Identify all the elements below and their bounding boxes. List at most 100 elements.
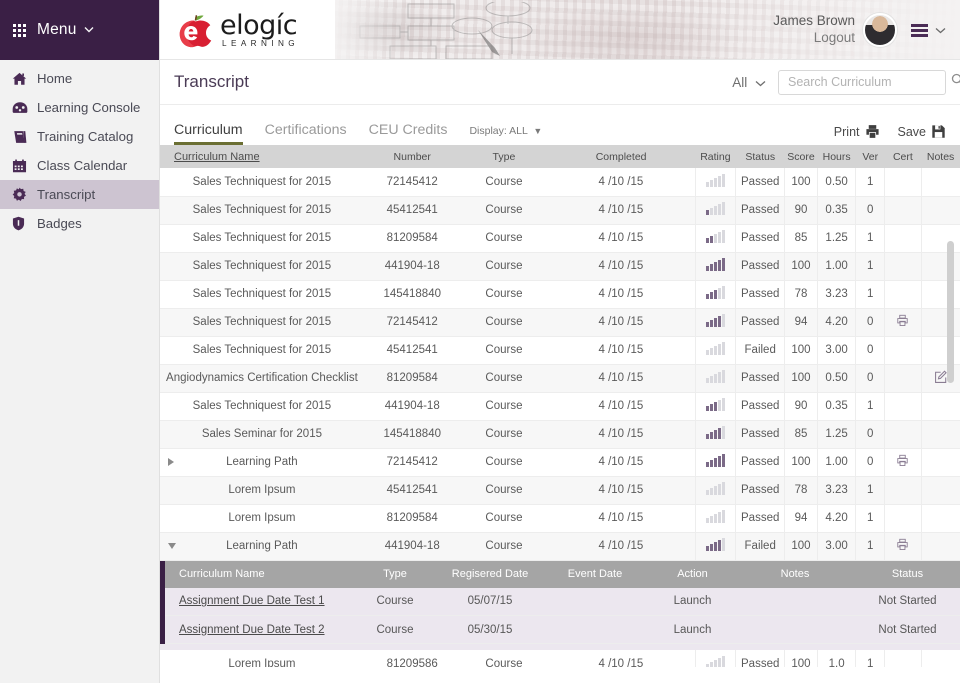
sidebar-item-badges[interactable]: Badges bbox=[0, 209, 159, 238]
table-row[interactable]: Sales Techniquest for 2015 145418840 Cours… bbox=[160, 280, 960, 309]
printer-icon[interactable] bbox=[896, 454, 909, 467]
cell-rating[interactable] bbox=[694, 168, 736, 197]
col-cert[interactable]: Cert bbox=[884, 145, 922, 168]
print-button[interactable]: Print bbox=[834, 124, 880, 139]
subrow-name[interactable]: Assignment Due Date Test 2 bbox=[165, 615, 355, 644]
edit-note-icon[interactable] bbox=[934, 369, 948, 384]
cell-curriculum-name[interactable]: Sales Seminar for 2015 bbox=[160, 420, 364, 449]
cell-rating[interactable] bbox=[694, 504, 736, 533]
subcol-type[interactable]: Type bbox=[355, 560, 435, 588]
subrow-action[interactable]: Launch bbox=[645, 615, 740, 644]
subcol-curriculum-name[interactable]: Curriculum Name bbox=[165, 560, 355, 588]
table-row[interactable]: Angiodynamics Certification Checklist 812… bbox=[160, 364, 960, 393]
subrow-action[interactable]: Launch bbox=[645, 587, 740, 616]
collapse-arrow-icon[interactable] bbox=[168, 543, 176, 549]
table-row[interactable]: Sales Techniquest for 2015 72145412 Course… bbox=[160, 308, 960, 337]
cell-curriculum-name[interactable]: Sales Techniquest for 2015 bbox=[160, 392, 364, 421]
sidebar-item-transcript[interactable]: Transcript bbox=[0, 180, 159, 209]
cell-curriculum-name[interactable]: Learning Path bbox=[160, 532, 364, 561]
cell-curriculum-name[interactable]: Sales Techniquest for 2015 bbox=[160, 196, 364, 225]
expand-arrow-icon[interactable] bbox=[168, 458, 174, 466]
display-filter-dropdown[interactable]: Display: ALL ▼ bbox=[469, 125, 542, 145]
brand-logo[interactable]: elogíc LEARNING bbox=[160, 0, 335, 59]
cell-rating[interactable] bbox=[694, 308, 736, 337]
cell-cert[interactable] bbox=[884, 448, 922, 477]
cell-rating[interactable] bbox=[694, 420, 736, 449]
tab-curriculum[interactable]: Curriculum bbox=[174, 122, 243, 145]
subcol-status[interactable]: Status bbox=[850, 560, 960, 588]
subcol-event-date[interactable]: Event Date bbox=[545, 560, 645, 588]
col-curriculum-name[interactable]: Curriculum Name bbox=[160, 145, 364, 168]
cell-curriculum-name[interactable]: Lorem Ipsum bbox=[160, 650, 364, 667]
cell-rating[interactable] bbox=[694, 364, 736, 393]
cell-cert[interactable] bbox=[884, 308, 922, 337]
tab-ceu-credits[interactable]: CEU Credits bbox=[369, 122, 448, 145]
subcol-notes[interactable]: Notes bbox=[740, 560, 850, 588]
cell-rating[interactable] bbox=[694, 650, 736, 667]
search-input[interactable] bbox=[786, 74, 951, 90]
search-box[interactable] bbox=[778, 69, 960, 95]
cell-curriculum-name[interactable]: Sales Techniquest for 2015 bbox=[160, 336, 364, 365]
printer-icon[interactable] bbox=[896, 314, 909, 327]
subrow-name-link[interactable]: Assignment Due Date Test 1 bbox=[179, 595, 325, 607]
tab-certifications[interactable]: Certifications bbox=[265, 122, 347, 145]
logout-link[interactable]: Logout bbox=[773, 30, 855, 47]
cell-rating[interactable] bbox=[694, 532, 736, 561]
sidebar-item-learning-console[interactable]: Learning Console bbox=[0, 93, 159, 122]
sidebar-item-home[interactable]: Home bbox=[0, 64, 159, 93]
table-row[interactable]: Sales Techniquest for 2015 441904-18 Cours… bbox=[160, 252, 960, 281]
col-rating[interactable]: Rating bbox=[695, 145, 736, 168]
subcol-regisered-date[interactable]: Regisered Date bbox=[435, 560, 545, 588]
subrow-name[interactable]: Assignment Due Date Test 1 bbox=[165, 587, 355, 616]
subrow-name-link[interactable]: Assignment Due Date Test 2 bbox=[179, 624, 325, 636]
cell-curriculum-name[interactable]: Lorem Ipsum bbox=[160, 504, 364, 533]
user-menu-button[interactable] bbox=[911, 23, 946, 37]
scrollbar-thumb[interactable] bbox=[947, 241, 954, 383]
table-row[interactable]: Sales Techniquest for 2015 81209584 Course… bbox=[160, 224, 960, 253]
table-row[interactable]: Sales Techniquest for 2015 72145412 Course… bbox=[160, 168, 960, 197]
col-type[interactable]: Type bbox=[460, 145, 548, 168]
scrollbar-track[interactable] bbox=[947, 145, 957, 667]
col-hours[interactable]: Hours bbox=[817, 145, 856, 168]
col-score[interactable]: Score bbox=[784, 145, 818, 168]
col-completed[interactable]: Completed bbox=[547, 145, 695, 168]
table-row[interactable]: Lorem Ipsum 81209586 Course 4 /10 /15 Passed… bbox=[160, 650, 960, 667]
table-row[interactable]: Sales Seminar for 2015 145418840 Course 4 /… bbox=[160, 420, 960, 449]
cell-cert[interactable] bbox=[884, 532, 922, 561]
table-row[interactable]: Lorem Ipsum 81209584 Course 4 /10 /15 Passed… bbox=[160, 504, 960, 533]
cell-curriculum-name[interactable]: Sales Techniquest for 2015 bbox=[160, 252, 364, 281]
cell-rating[interactable] bbox=[694, 336, 736, 365]
printer-icon[interactable] bbox=[896, 538, 909, 551]
cell-curriculum-name[interactable]: Sales Techniquest for 2015 bbox=[160, 280, 364, 309]
avatar[interactable] bbox=[863, 13, 897, 47]
scope-filter-dropdown[interactable]: All bbox=[732, 75, 766, 90]
col-ver[interactable]: Ver bbox=[855, 145, 885, 168]
subtable-row[interactable]: Assignment Due Date Test 1 Course 05/07/15… bbox=[165, 587, 960, 616]
cell-curriculum-name[interactable]: Sales Techniquest for 2015 bbox=[160, 224, 364, 253]
col-status[interactable]: Status bbox=[735, 145, 785, 168]
cell-rating[interactable] bbox=[694, 252, 736, 281]
cell-rating[interactable] bbox=[694, 476, 736, 505]
save-button[interactable]: Save bbox=[898, 124, 947, 139]
subtable-row[interactable]: Assignment Due Date Test 2 Course 05/30/15… bbox=[165, 615, 960, 644]
cell-rating[interactable] bbox=[694, 224, 736, 253]
table-row[interactable]: Learning Path 441904-18 Course 4 /10 /15 Fai… bbox=[160, 532, 960, 561]
cell-curriculum-name[interactable]: Sales Techniquest for 2015 bbox=[160, 168, 364, 197]
col-number[interactable]: Number bbox=[363, 145, 461, 168]
cell-rating[interactable] bbox=[694, 280, 736, 309]
table-row[interactable]: Learning Path 72145412 Course 4 /10 /15 Pass… bbox=[160, 448, 960, 477]
table-row[interactable]: Lorem Ipsum 45412541 Course 4 /10 /15 Passed… bbox=[160, 476, 960, 505]
cell-curriculum-name[interactable]: Angiodynamics Certification Checklist bbox=[160, 364, 364, 393]
menu-button[interactable]: Menu bbox=[0, 0, 159, 60]
search-icon[interactable] bbox=[951, 73, 960, 91]
cell-rating[interactable] bbox=[694, 196, 736, 225]
cell-curriculum-name[interactable]: Learning Path bbox=[160, 448, 364, 477]
cell-curriculum-name[interactable]: Sales Techniquest for 2015 bbox=[160, 308, 364, 337]
cell-curriculum-name[interactable]: Lorem Ipsum bbox=[160, 476, 364, 505]
table-row[interactable]: Sales Techniquest for 2015 45412541 Course… bbox=[160, 196, 960, 225]
cell-rating[interactable] bbox=[694, 392, 736, 421]
subcol-action[interactable]: Action bbox=[645, 560, 740, 588]
table-row[interactable]: Sales Techniquest for 2015 441904-18 Cours… bbox=[160, 392, 960, 421]
sidebar-item-class-calendar[interactable]: Class Calendar bbox=[0, 151, 159, 180]
cell-rating[interactable] bbox=[694, 448, 736, 477]
